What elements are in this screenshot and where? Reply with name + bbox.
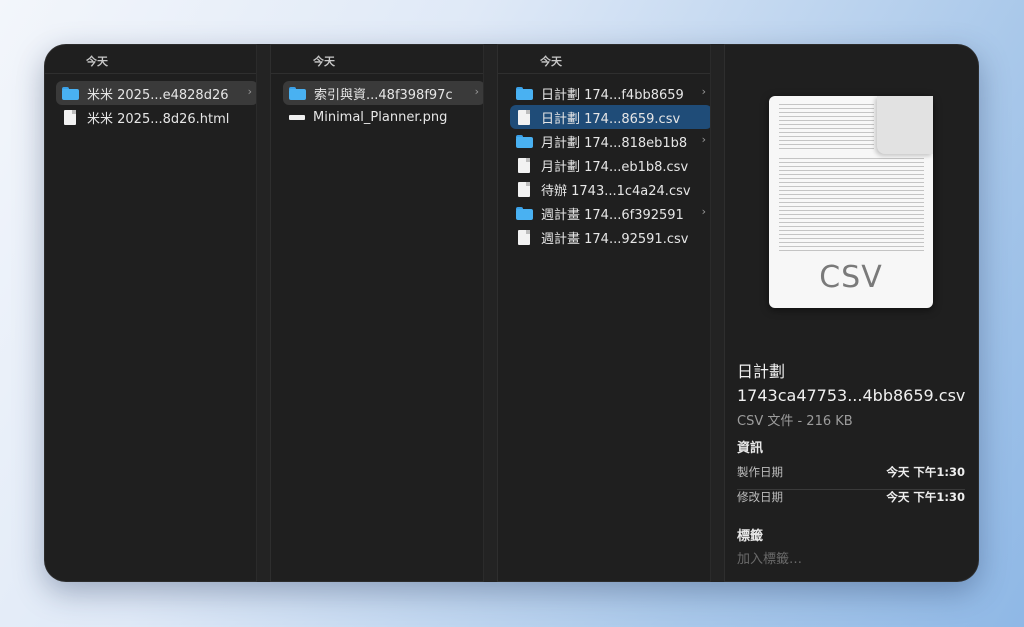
item-label: 週計畫 174...92591.csv: [541, 231, 689, 247]
folder-icon: [62, 86, 79, 100]
column-1: 今天 米米 2025...e4828d26 › 米米 2025...8d26.h…: [44, 44, 271, 582]
item-label: 待辦 1743...1c4a24.csv: [541, 183, 691, 199]
modified-date-label: 修改日期: [737, 490, 783, 504]
item-label: 月計劃 174...818eb1b8: [541, 135, 688, 151]
item-label: 月計劃 174...eb1b8.csv: [541, 159, 689, 175]
list-item-folder[interactable]: 米米 2025...e4828d26 ›: [56, 81, 258, 105]
list-item-image[interactable]: Minimal_Planner.png: [283, 105, 485, 129]
preview-pane: CSV 日計劃 1743ca47753...4bb8659.csv CSV 文件…: [725, 44, 979, 582]
document-icon: [518, 181, 530, 197]
list-item-file[interactable]: 月計劃 174...eb1b8.csv: [510, 153, 712, 177]
tags-section-title: 標籤: [737, 529, 764, 544]
list-item-folder[interactable]: 月計劃 174...818eb1b8 ›: [510, 129, 712, 153]
modified-date-value: 今天 下午1:30: [886, 490, 965, 504]
folder-icon: [289, 86, 306, 100]
list-item-file[interactable]: 待辦 1743...1c4a24.csv: [510, 177, 712, 201]
folder-icon: [516, 206, 533, 220]
item-label: Minimal_Planner.png: [313, 109, 448, 125]
column-header: 今天: [44, 44, 270, 74]
chevron-right-icon: ›: [474, 85, 479, 98]
file-extension-label: CSV: [819, 260, 883, 295]
folder-icon: [516, 134, 533, 148]
chevron-right-icon: ›: [701, 85, 706, 98]
list-item-file[interactable]: 週計畫 174...92591.csv: [510, 225, 712, 249]
info-section-title: 資訊: [737, 441, 764, 456]
item-label: 日計劃 174...8659.csv: [541, 111, 681, 127]
column-header: 今天: [271, 44, 497, 74]
column-3: 今天 日計劃 174...f4bb8659 › 日計劃 174...8659.c…: [498, 44, 725, 582]
page-fold-icon: [877, 96, 933, 154]
folder-icon: [516, 86, 533, 100]
chevron-right-icon: ›: [701, 133, 706, 146]
list-item-file[interactable]: 日計劃 174...8659.csv: [510, 105, 712, 129]
modified-date-row: 修改日期 今天 下午1:30: [737, 489, 965, 515]
column-2: 今天 索引與資...48f398f97c › Minimal_Planner.p…: [271, 44, 498, 582]
document-icon: [518, 157, 530, 173]
column-scrollbar[interactable]: [256, 44, 270, 582]
list-item-folder[interactable]: 日計劃 174...f4bb8659 ›: [510, 81, 712, 105]
chevron-right-icon: ›: [247, 85, 252, 98]
preview-filename: 日計劃 1743ca47753...4bb8659.csv: [737, 360, 965, 408]
add-tags-field[interactable]: 加入標籤…: [737, 548, 802, 567]
item-label: 索引與資...48f398f97c: [314, 87, 453, 103]
csv-file-thumbnail: CSV: [769, 96, 933, 308]
created-date-row: 製作日期 今天 下午1:30: [737, 464, 965, 490]
column-header: 今天: [498, 44, 724, 74]
document-icon: [518, 109, 530, 125]
thumbnail-lines: [779, 104, 874, 152]
item-label: 日計劃 174...f4bb8659: [541, 87, 684, 103]
list-item-file[interactable]: 米米 2025...8d26.html: [56, 105, 258, 129]
image-file-icon: [289, 114, 305, 120]
chevron-right-icon: ›: [701, 205, 706, 218]
list-item-folder[interactable]: 索引與資...48f398f97c ›: [283, 81, 485, 105]
filename-line-2: 1743ca47753...4bb8659.csv: [737, 386, 966, 405]
filename-line-1: 日計劃: [737, 362, 786, 381]
item-label: 米米 2025...e4828d26: [87, 87, 229, 103]
finder-window: 今天 米米 2025...e4828d26 › 米米 2025...8d26.h…: [44, 44, 979, 582]
file-kind-size: CSV 文件 - 216 KB: [737, 414, 853, 429]
item-label: 米米 2025...8d26.html: [87, 111, 230, 127]
document-icon: [518, 229, 530, 245]
column-scrollbar[interactable]: [710, 44, 724, 582]
column-scrollbar[interactable]: [483, 44, 497, 582]
document-icon: [64, 109, 76, 125]
item-label: 週計畫 174...6f392591: [541, 207, 684, 223]
created-date-label: 製作日期: [737, 465, 783, 479]
thumbnail-lines: [779, 158, 924, 254]
list-item-folder[interactable]: 週計畫 174...6f392591 ›: [510, 201, 712, 225]
created-date-value: 今天 下午1:30: [886, 465, 965, 479]
